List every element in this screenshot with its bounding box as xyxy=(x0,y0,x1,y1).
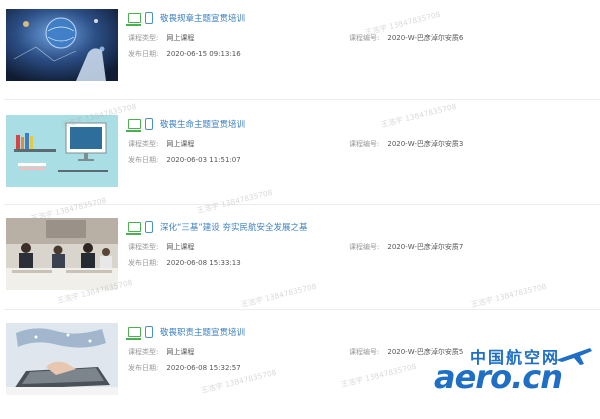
site-logo: 中国航空网 aero.cn xyxy=(434,344,594,396)
publish-date: 发布日期: 2020-06-03 11:51:07 xyxy=(128,156,241,164)
pc-icon xyxy=(126,119,141,132)
course-thumbnail[interactable] xyxy=(6,9,118,81)
publish-date: 发布日期: 2020-06-15 09:13:16 xyxy=(128,50,241,58)
tech-globe-image xyxy=(6,9,118,81)
course-item[interactable]: 敬畏规章主题宣贯培训 课程类型: 网上课程 课程编号: 2020-W-巴彦淖尔安质6… xyxy=(0,9,600,105)
divider xyxy=(4,204,600,205)
mobile-icon xyxy=(145,118,153,130)
mobile-icon xyxy=(145,221,153,233)
pc-icon xyxy=(126,13,141,26)
course-item[interactable]: 敬畏生命主题宣贯培训 课程类型: 网上课程 课程编号: 2020-W-巴彦淖尔安质3… xyxy=(0,115,600,211)
course-title[interactable]: 敬畏生命主题宣贯培训 xyxy=(160,118,245,130)
divider xyxy=(4,309,600,310)
course-code: 课程编号: 2020-W-巴彦淖尔安质7 xyxy=(349,243,464,251)
pc-icon xyxy=(126,222,141,235)
laptop-image xyxy=(6,323,118,395)
publish-date: 发布日期: 2020-06-08 15:33:13 xyxy=(128,259,241,267)
course-thumbnail[interactable] xyxy=(6,115,118,187)
course-item[interactable]: 深化“三基”建设 夯实民航安全发展之基 课程类型: 网上课程 课程编号: 2020-… xyxy=(0,218,600,314)
course-type: 课程类型: 网上课程 xyxy=(128,348,195,356)
course-type: 课程类型: 网上课程 xyxy=(128,243,195,251)
mobile-icon xyxy=(145,12,153,24)
course-title[interactable]: 敬畏规章主题宣贯培训 xyxy=(160,12,245,24)
course-thumbnail[interactable] xyxy=(6,218,118,290)
logo-english: aero.cn xyxy=(434,358,563,396)
course-code: 课程编号: 2020-W-巴彦淖尔安质3 xyxy=(349,140,464,148)
course-code: 课程编号: 2020-W-巴彦淖尔安质6 xyxy=(349,34,464,42)
airplane-icon xyxy=(556,348,592,365)
mobile-icon xyxy=(145,326,153,338)
course-title[interactable]: 深化“三基”建设 夯实民航安全发展之基 xyxy=(160,221,308,233)
pc-icon xyxy=(126,327,141,340)
divider xyxy=(4,99,600,100)
course-title[interactable]: 敬畏职责主题宣贯培训 xyxy=(160,326,245,338)
course-type: 课程类型: 网上课程 xyxy=(128,34,195,42)
classroom-image xyxy=(6,218,118,290)
bookshelf-image xyxy=(6,115,118,187)
course-thumbnail[interactable] xyxy=(6,323,118,395)
publish-date: 发布日期: 2020-06-08 15:32:57 xyxy=(128,364,241,372)
course-type: 课程类型: 网上课程 xyxy=(128,140,195,148)
